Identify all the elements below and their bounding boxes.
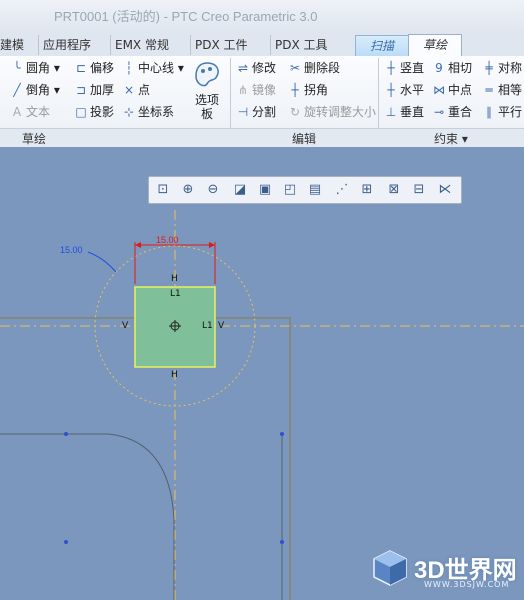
width-dimension-value[interactable]: 15.00 <box>156 235 179 245</box>
trajectory-curve <box>0 433 175 600</box>
circle-dimension-leader <box>87 251 117 273</box>
zoom-in-icon[interactable]: ⊕ <box>178 180 198 200</box>
horizontal-constraint-top: H <box>171 274 178 284</box>
vertical-constraint-left: V <box>122 321 129 331</box>
trajectory-vertex <box>280 432 284 436</box>
trajectory-vertex <box>280 540 284 544</box>
refit-icon[interactable]: ⊡ <box>153 180 173 200</box>
datum-display-icon[interactable]: ⋰ <box>332 180 352 200</box>
watermark-url: WWW.3DSJW.COM <box>424 580 510 589</box>
spin-center-icon[interactable]: ⊞ <box>357 180 377 200</box>
constraint-display-icon[interactable]: ⋉ <box>435 180 455 200</box>
equal-length-constraint-top: L1 <box>170 289 181 299</box>
watermark: 3D世界网 WWW.3DSJW.COM <box>370 548 520 596</box>
trajectory-vertex <box>64 432 68 436</box>
dimension-arrow <box>135 242 141 248</box>
cube-logo-icon <box>373 550 407 586</box>
annotation-display-icon[interactable]: ⊠ <box>384 180 404 200</box>
dimension-arrow <box>209 242 215 248</box>
horizontal-constraint-bottom: H <box>171 370 178 380</box>
view-manager-icon[interactable]: ▤ <box>305 180 325 200</box>
saved-orientations-icon[interactable]: ◰ <box>280 180 300 200</box>
sketch-drawing <box>0 210 524 600</box>
trajectory-vertex <box>64 540 68 544</box>
display-style-icon[interactable]: ▣ <box>255 180 275 200</box>
sketch-view-icon[interactable]: ⊟ <box>409 180 429 200</box>
vertical-constraint-right: V <box>218 321 225 331</box>
circle-dimension-value[interactable]: 15.00 <box>60 245 83 255</box>
repaint-icon[interactable]: ◪ <box>230 180 250 200</box>
zoom-out-icon[interactable]: ⊖ <box>203 180 223 200</box>
equal-length-constraint-right: L1 <box>202 321 213 331</box>
graphics-toolbar: ⊡ ⊕ ⊖ ◪ ▣ ◰ ▤ ⋰ ⊞ ⊠ ⊟ ⋉ <box>148 176 462 204</box>
